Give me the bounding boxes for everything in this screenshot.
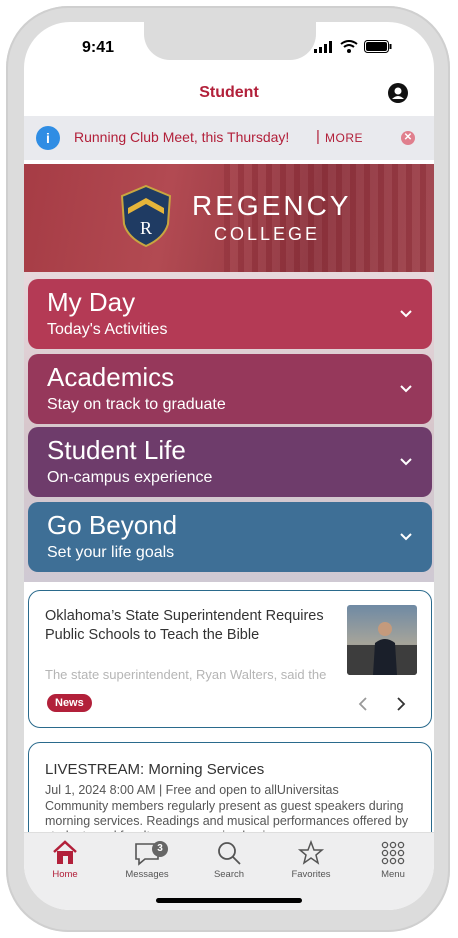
livestream-meta: Jul 1, 2024 8:00 AM | Free and open to a…	[45, 783, 339, 797]
close-icon[interactable]: ✕	[401, 131, 415, 145]
tab-label: Messages	[125, 869, 169, 880]
chevron-down-icon	[400, 385, 412, 393]
tab-home[interactable]: Home	[24, 839, 106, 880]
livestream-title: LIVESTREAM: Morning Services	[45, 761, 265, 778]
alert-text: Running Club Meet, this Thursday!	[74, 129, 290, 145]
search-icon	[218, 842, 241, 865]
news-headline: Oklahoma’s State Superintendent Requires…	[45, 608, 324, 643]
category-cards: My Day Today's Activities Academics Stay…	[24, 272, 434, 582]
card-subtitle: Stay on track to graduate	[47, 396, 226, 413]
news-photo	[347, 605, 417, 675]
crest-letter: R	[140, 218, 152, 238]
news-category-badge: News	[47, 694, 92, 712]
star-icon	[297, 839, 325, 865]
app-header: Student	[24, 76, 434, 116]
grid-menu-icon	[381, 841, 405, 865]
card-title: My Day	[47, 287, 136, 317]
tab-favorites[interactable]: Favorites	[270, 839, 352, 880]
tab-label: Favorites	[291, 869, 331, 880]
unread-count-badge: 3	[152, 841, 168, 857]
tab-label: Home	[52, 869, 78, 880]
tab-search[interactable]: Search	[188, 839, 270, 880]
college-banner: R REGENCY COLLEGE	[24, 164, 434, 272]
tab-messages[interactable]: 3 Messages	[106, 839, 188, 880]
wifi-icon	[340, 40, 358, 53]
alert-banner[interactable]: i Running Club Meet, this Thursday! | MO…	[24, 116, 434, 160]
card-student-life[interactable]: Student Life On-campus experience	[28, 427, 432, 497]
info-icon: i	[36, 126, 60, 150]
chevron-down-icon	[400, 533, 412, 541]
card-academics[interactable]: Academics Stay on track to graduate	[28, 354, 432, 424]
profile-icon[interactable]	[388, 83, 408, 103]
card-subtitle: Today's Activities	[47, 321, 168, 338]
card-go-beyond[interactable]: Go Beyond Set your life goals	[28, 502, 432, 572]
card-my-day[interactable]: My Day Today's Activities	[28, 279, 432, 349]
card-title: Go Beyond	[47, 510, 178, 540]
card-title: Academics	[47, 362, 175, 392]
camera-notch	[144, 22, 316, 60]
chevron-right-icon[interactable]	[395, 697, 407, 711]
card-subtitle: On-campus experience	[47, 469, 213, 486]
alert-separator: |	[316, 128, 320, 145]
app-screen: 9:41 Student i Running Club Meet, this T	[24, 22, 434, 910]
status-time: 9:41	[82, 39, 115, 56]
signal-icon	[314, 40, 332, 53]
home-indicator	[156, 898, 302, 903]
battery-icon	[364, 40, 392, 53]
news-card[interactable]: Oklahoma’s State Superintendent Requires…	[28, 590, 432, 728]
college-subtitle: COLLEGE	[214, 224, 321, 244]
college-name: REGENCY	[192, 190, 352, 221]
status-icons	[314, 40, 392, 53]
college-crest-logo: R	[120, 184, 172, 248]
tab-label: Menu	[381, 869, 405, 880]
tab-menu[interactable]: Menu	[352, 839, 434, 880]
chevron-down-icon	[400, 310, 412, 318]
card-subtitle: Set your life goals	[47, 544, 175, 561]
news-snippet: The state superintendent, Ryan Walters, …	[45, 667, 327, 682]
alert-more-link[interactable]: MORE	[325, 131, 363, 145]
home-icon	[53, 840, 77, 864]
person-photo-icon	[347, 622, 417, 675]
chevron-down-icon	[400, 458, 412, 466]
chevron-left-icon[interactable]	[357, 697, 369, 711]
tab-label: Search	[213, 869, 245, 880]
card-title: Student Life	[47, 435, 186, 465]
page-title: Student	[199, 84, 259, 101]
